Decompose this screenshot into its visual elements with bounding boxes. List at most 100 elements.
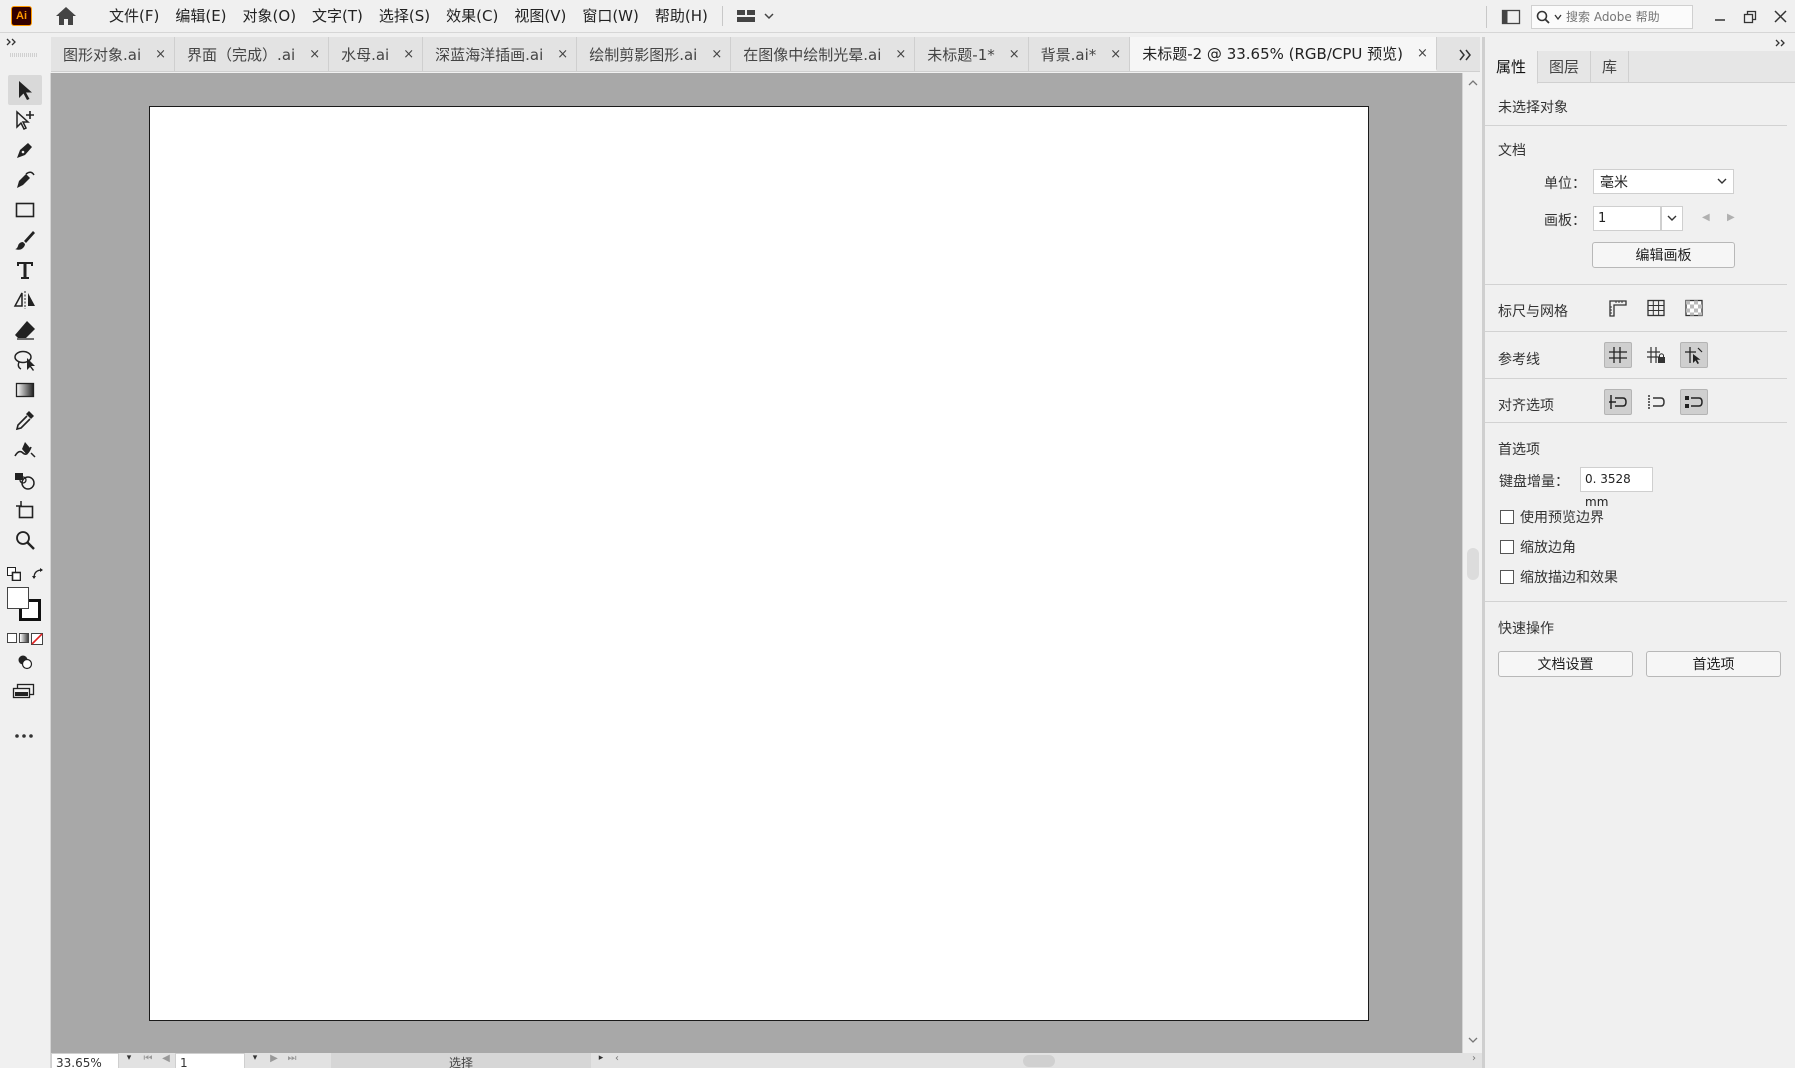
menu-effect[interactable]: 效果(C): [438, 0, 506, 33]
scale-corners-checkbox[interactable]: 缩放边角: [1500, 537, 1576, 557]
status-menu-icon[interactable]: ▸: [591, 1053, 611, 1068]
show-guides-toggle[interactable]: [1604, 342, 1632, 368]
tab-document[interactable]: 水母.ai ×: [329, 37, 424, 71]
close-tab-icon[interactable]: ×: [711, 47, 722, 62]
shape-builder-tool[interactable]: [8, 465, 42, 495]
edit-artboards-button[interactable]: 编辑画板: [1592, 242, 1735, 268]
home-button[interactable]: [53, 3, 79, 29]
canvas-area[interactable]: [51, 73, 1462, 1053]
use-preview-bounds-checkbox[interactable]: 使用预览边界: [1500, 507, 1604, 527]
collapse-panel-icon[interactable]: [1775, 39, 1787, 47]
fill-stroke-swatches[interactable]: [7, 587, 43, 623]
rectangle-tool[interactable]: [8, 195, 42, 225]
next-artboard-icon[interactable]: ▶: [1727, 212, 1735, 223]
toolbar-grip-icon[interactable]: [10, 53, 38, 57]
rulers-toggle[interactable]: [1604, 295, 1632, 321]
menu-object[interactable]: 对象(O): [235, 0, 305, 33]
scroll-left-arrow-icon[interactable]: ‹: [615, 1053, 619, 1064]
first-artboard-icon[interactable]: ⏮: [139, 1053, 157, 1064]
gradient-button[interactable]: [19, 633, 29, 643]
scroll-right-arrow-icon[interactable]: ›: [1472, 1053, 1476, 1064]
pen-tool[interactable]: [8, 135, 42, 165]
preferences-button[interactable]: 首选项: [1646, 651, 1781, 677]
close-tab-icon[interactable]: ×: [1110, 47, 1121, 62]
keyboard-increment-input[interactable]: 0. 3528 mm: [1580, 467, 1653, 509]
arrange-documents-icon[interactable]: [1501, 8, 1521, 26]
close-window-button[interactable]: [1765, 0, 1795, 33]
snap-to-pixel-toggle[interactable]: [1642, 389, 1670, 415]
close-tab-icon[interactable]: ×: [155, 47, 166, 62]
zoom-level-field[interactable]: 33.65%: [51, 1053, 119, 1068]
scroll-thumb[interactable]: [1467, 548, 1479, 580]
snap-to-point-toggle[interactable]: [1604, 389, 1632, 415]
puppet-warp-tool[interactable]: [8, 435, 42, 465]
grid-toggle[interactable]: [1642, 295, 1670, 321]
last-artboard-icon[interactable]: ⏭: [283, 1053, 301, 1064]
color-button[interactable]: [7, 633, 17, 643]
lock-guides-toggle[interactable]: [1642, 342, 1670, 368]
transparency-grid-toggle[interactable]: [1680, 295, 1708, 321]
scroll-down-arrow-icon[interactable]: [1468, 1037, 1478, 1044]
checkbox-box[interactable]: [1500, 510, 1514, 524]
direct-selection-tool[interactable]: [8, 105, 42, 135]
artboard-dropdown-icon[interactable]: ▾: [245, 1053, 265, 1068]
lasso-tool[interactable]: [8, 345, 42, 375]
artboard-tool[interactable]: [8, 495, 42, 525]
none-button[interactable]: [31, 633, 43, 645]
tab-properties[interactable]: 属性: [1485, 51, 1539, 84]
type-tool[interactable]: [8, 255, 42, 285]
help-search-input[interactable]: [1566, 9, 1684, 24]
fill-swatch[interactable]: [7, 587, 29, 609]
minimize-button[interactable]: [1705, 0, 1735, 33]
smart-guides-toggle[interactable]: [1680, 342, 1708, 368]
artboard-number-field[interactable]: 1: [175, 1053, 245, 1068]
tab-document-active[interactable]: 未标题-2 @ 33.65% (RGB/CPU 预览) ×: [1130, 37, 1437, 71]
default-fill-stroke-icon[interactable]: [7, 567, 21, 581]
close-tab-icon[interactable]: ×: [403, 47, 414, 62]
close-tab-icon[interactable]: ×: [557, 47, 568, 62]
selection-tool[interactable]: [8, 75, 42, 105]
menu-view[interactable]: 视图(V): [506, 0, 574, 33]
swap-fill-stroke-icon[interactable]: [31, 567, 45, 581]
zoom-tool[interactable]: [8, 525, 42, 555]
reflect-tool[interactable]: [8, 285, 42, 315]
close-tab-icon[interactable]: ×: [1009, 47, 1020, 62]
menu-help[interactable]: 帮助(H): [647, 0, 716, 33]
restore-button[interactable]: [1735, 0, 1765, 33]
eraser-tool[interactable]: [8, 315, 42, 345]
zoom-dropdown-icon[interactable]: ▾: [119, 1053, 139, 1068]
menu-type[interactable]: 文字(T): [304, 0, 371, 33]
tab-libraries[interactable]: 库: [1591, 51, 1630, 82]
tab-layers[interactable]: 图层: [1538, 51, 1592, 82]
scroll-up-arrow-icon[interactable]: [1468, 79, 1478, 86]
tab-document[interactable]: 深蓝海洋插画.ai ×: [423, 37, 578, 71]
close-tab-icon[interactable]: ×: [309, 47, 320, 62]
curvature-tool[interactable]: [8, 165, 42, 195]
snap-to-glyph-toggle[interactable]: [1680, 389, 1708, 415]
tab-document[interactable]: 图形对象.ai ×: [51, 37, 176, 71]
menu-file[interactable]: 文件(F): [101, 0, 167, 33]
menu-window[interactable]: 窗口(W): [574, 0, 647, 33]
tab-document[interactable]: 未标题-1* ×: [915, 37, 1029, 71]
expand-toolbar-icon[interactable]: [6, 38, 18, 46]
workspace-switcher[interactable]: [736, 8, 774, 24]
scale-strokes-effects-checkbox[interactable]: 缩放描边和效果: [1500, 567, 1618, 587]
artboard-number-input[interactable]: 1: [1593, 206, 1661, 231]
next-artboard-icon[interactable]: ▶: [265, 1053, 283, 1064]
previous-artboard-icon[interactable]: ◀: [1702, 212, 1710, 223]
document-setup-button[interactable]: 文档设置: [1498, 651, 1633, 677]
artboard-dropdown[interactable]: [1661, 206, 1683, 231]
help-search-box[interactable]: [1531, 4, 1693, 29]
draw-mode-icon[interactable]: [16, 654, 34, 670]
tab-document[interactable]: 绘制剪影图形.ai ×: [577, 37, 732, 71]
previous-artboard-icon[interactable]: ◀: [157, 1053, 175, 1064]
scroll-thumb[interactable]: [1023, 1055, 1055, 1067]
vertical-scrollbar[interactable]: [1462, 73, 1482, 1053]
eyedropper-tool[interactable]: [8, 405, 42, 435]
gradient-tool[interactable]: [8, 375, 42, 405]
tab-document[interactable]: 背景.ai* ×: [1029, 37, 1131, 71]
tab-document[interactable]: 在图像中绘制光晕.ai ×: [731, 37, 916, 71]
screen-mode-icon[interactable]: [12, 683, 36, 699]
more-tools-icon[interactable]: [14, 733, 34, 739]
tab-overflow-button[interactable]: [1450, 42, 1480, 68]
